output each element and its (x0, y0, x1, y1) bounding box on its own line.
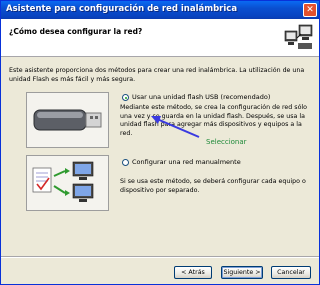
wizard-header: ¿Cómo desea configurar la red? (1, 19, 319, 57)
window-title: Asistente para configuración de red inal… (6, 4, 238, 14)
usb-option-radio[interactable] (122, 94, 129, 101)
usb-option-label[interactable]: Usar una unidad flash USB (recomendado) (132, 93, 270, 101)
page-title: ¿Cómo desea configurar la red? (9, 27, 143, 36)
usb-illustration (26, 92, 109, 148)
usb-flash-drive-icon (33, 109, 102, 131)
usb-option-description: Mediante este método, se crea la configu… (120, 104, 308, 137)
title-bar[interactable]: Asistente para configuración de red inal… (1, 1, 319, 19)
manual-setup-icon (32, 161, 94, 202)
next-button[interactable]: Siguiente > (221, 266, 263, 279)
network-computers-icon (284, 24, 313, 49)
footer-divider (1, 256, 319, 258)
wizard-window: Asistente para configuración de red inal… (0, 0, 320, 285)
pointer-arrow-annotation (151, 116, 200, 138)
back-button[interactable]: < Atrás (174, 266, 212, 279)
close-icon: ✕ (306, 5, 314, 15)
manual-option-description: Si se usa este método, se deberá configu… (120, 178, 306, 194)
manual-illustration (26, 155, 109, 211)
wizard-content: Este asistente proporciona dos métodos p… (1, 57, 319, 257)
close-button[interactable]: ✕ (303, 3, 317, 17)
manual-option-label[interactable]: Configurar una red manualmente (132, 158, 241, 166)
seleccionar-annotation: Seleccionar (206, 138, 247, 146)
intro-text: Este asistente proporciona dos métodos p… (9, 67, 305, 83)
manual-option-radio[interactable] (122, 159, 129, 166)
cancel-button[interactable]: Cancelar (271, 266, 311, 279)
